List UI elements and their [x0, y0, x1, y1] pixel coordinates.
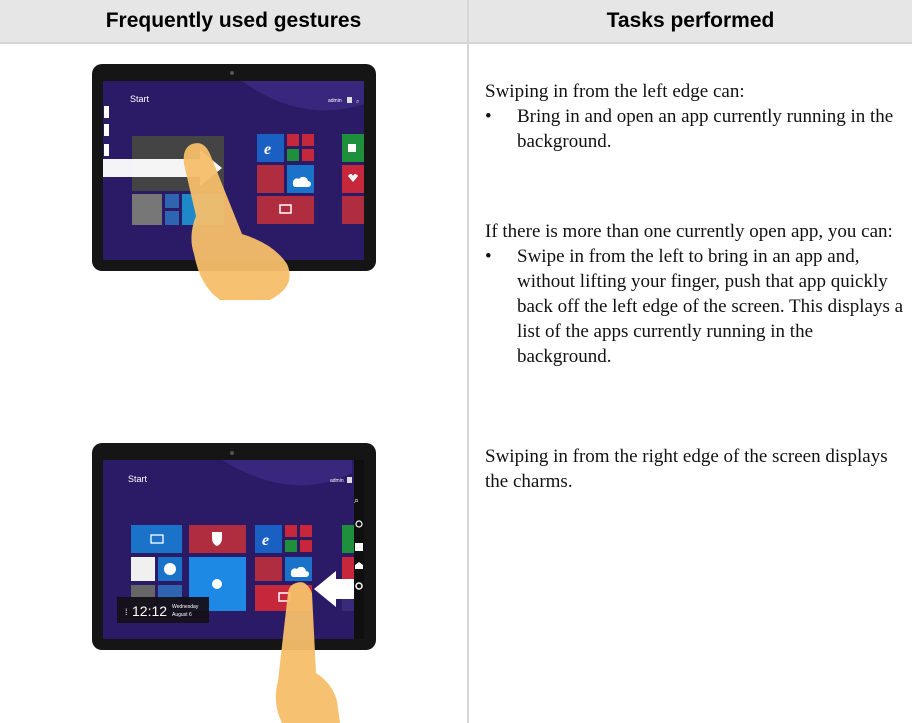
multi-app-intro: If there is more than one currently open… — [485, 221, 893, 242]
column-header-gestures: Frequently used gestures — [0, 0, 467, 42]
column-header-tasks-label: Tasks performed — [606, 9, 775, 32]
camera-icon — [230, 71, 234, 75]
store-icon — [348, 144, 356, 152]
edge-thumb — [104, 106, 109, 118]
ie-icon: e — [264, 141, 271, 158]
tile — [257, 165, 284, 193]
swipe-left-bullet-text: Bring in and open an app currently runni… — [517, 106, 894, 152]
swipe-left-bullet: • Bring in and open an app currently runn… — [485, 104, 910, 154]
tile — [287, 149, 299, 161]
swipe-left-task: Swiping in from the left edge can: • Brin… — [485, 79, 910, 154]
swipe-right-task: Swiping in from the right edge of the sc… — [485, 444, 910, 494]
ie-icon: e — [262, 532, 269, 549]
tile — [165, 211, 179, 225]
tile — [302, 134, 314, 146]
tile — [287, 134, 299, 146]
start-label: Start — [130, 94, 150, 104]
start-label: Start — [128, 474, 148, 484]
camera-icon — [230, 451, 234, 455]
edge-thumb — [104, 124, 109, 136]
user-name: admin — [330, 478, 344, 484]
header-divider — [0, 42, 912, 44]
column-header-tasks: Tasks performed — [469, 0, 912, 42]
photo-tile — [132, 194, 162, 225]
avatar — [347, 97, 352, 103]
swipe-left-illustration: Start admin ⌕ e — [92, 64, 376, 300]
gesture-table: Frequently used gestures Tasks performed… — [0, 0, 912, 723]
swipe-right-text: Swiping in from the right edge of the sc… — [485, 446, 888, 492]
skype-icon — [164, 563, 176, 575]
edge-thumb — [104, 144, 109, 156]
tile — [302, 149, 314, 161]
swipe-left-intro: Swiping in from the left edge can: — [485, 81, 745, 102]
swipe-right-illustration: Start admin e ⌕ ⁞ 12:12 Wednesday August… — [92, 443, 376, 723]
sun-icon — [212, 579, 222, 589]
tile — [285, 540, 297, 552]
news-tile — [257, 196, 314, 224]
search-icon: ⌕ — [356, 98, 359, 105]
avatar — [347, 477, 352, 483]
tile — [300, 525, 312, 537]
bullet-dot: • — [485, 106, 492, 127]
user-name: admin — [328, 98, 342, 104]
tile — [165, 194, 179, 208]
clock-date: August 6 — [172, 612, 192, 618]
tile — [255, 557, 282, 581]
column-header-gestures-label: Frequently used gestures — [105, 9, 362, 32]
photos-tile — [131, 557, 155, 581]
multi-app-bullet-text: Swipe in from the left to bring in an ap… — [517, 246, 904, 367]
column-divider — [467, 0, 469, 723]
tile — [285, 525, 297, 537]
clock-day: Wednesday — [172, 604, 199, 610]
wifi-icon: ⁞ — [125, 607, 128, 617]
start-charm-icon — [355, 543, 363, 551]
multi-app-bullet: • Swipe in from the left to bring in an a… — [485, 244, 910, 369]
tile — [342, 196, 364, 224]
multi-app-task: If there is more than one currently open… — [485, 219, 910, 369]
tile — [300, 540, 312, 552]
clock-time: 12:12 — [132, 603, 167, 619]
bullet-dot: • — [485, 246, 492, 267]
search-charm-icon: ⌕ — [354, 496, 359, 506]
mail-tile — [131, 525, 182, 553]
